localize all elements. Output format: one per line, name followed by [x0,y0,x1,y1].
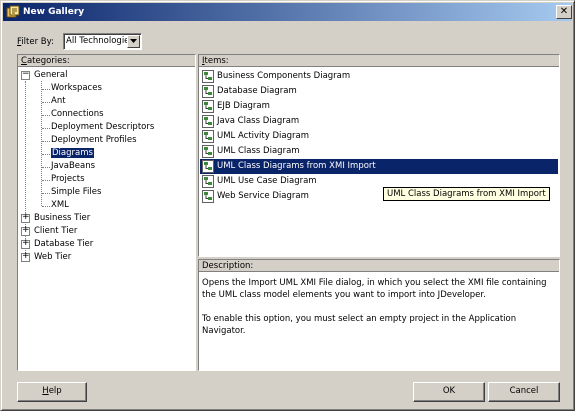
filter-dropdown[interactable]: All Technologies [63,33,142,50]
tree-connector [42,102,50,103]
item-label: UML Use Case Diagram [217,176,317,186]
item-uml-activity-diagram[interactable]: UML Activity Diagram [200,129,558,144]
description-text: Opens the Import UML XMI File dialog, in… [202,277,556,349]
tree-connector [42,89,50,90]
description-panel: Description: Opens the Import UML XMI Fi… [198,259,560,371]
item-label: EJB Diagram [217,101,270,111]
tree-item-ant[interactable]: Ant [51,96,66,106]
diagram-icon [202,160,214,173]
tree-item-projects[interactable]: Projects [51,174,85,184]
tree-connector [42,167,50,168]
close-button[interactable]: ✕ [556,5,572,19]
tree-item-xml[interactable]: XML [51,200,69,210]
description-para-1: Opens the Import UML XMI File dialog, in… [202,278,547,300]
item-label: Web Service Diagram [217,191,309,201]
tree-item-diagrams[interactable]: Diagrams [51,148,94,158]
expand-icon[interactable]: + [21,213,30,223]
tree-item-database-tier[interactable]: Database Tier [34,239,93,249]
collapse-icon[interactable]: − [21,70,30,80]
categories-header: Categories: [18,55,195,67]
expand-icon[interactable]: + [21,226,30,236]
tree-connector [41,81,42,206]
item-java-class-diagram[interactable]: Java Class Diagram [200,114,558,129]
item-uml-class-diagram[interactable]: UML Class Diagram [200,144,558,159]
diagram-icon [202,70,214,83]
chevron-down-icon [130,39,137,43]
item-tooltip: UML Class Diagrams from XMI Import [383,187,550,201]
item-business-components-diagram[interactable]: Business Components Diagram [200,69,558,84]
item-uml-class-diagrams-from-xmi-import[interactable]: UML Class Diagrams from XMI Import [200,159,558,174]
help-button[interactable]: Help [17,382,87,402]
item-database-diagram[interactable]: Database Diagram [200,84,558,99]
tree-connector [42,180,50,181]
diagram-icon [202,100,214,113]
tree-item-javabeans[interactable]: JavaBeans [51,161,95,171]
tree-connector [42,128,50,129]
diagram-icon [202,115,214,128]
filter-label: Filter By: [17,37,54,47]
tree-item-client-tier[interactable]: Client Tier [34,226,77,236]
ok-button[interactable]: OK [413,382,485,402]
tree-item-general[interactable]: General [34,70,68,80]
title-bar[interactable]: New Gallery ✕ [3,3,572,21]
tree-connector [42,193,50,194]
tree-item-deployment-profiles[interactable]: Deployment Profiles [51,135,137,145]
items-header: Items: [199,55,559,67]
diagram-icon [202,130,214,143]
tree-item-business-tier[interactable]: Business Tier [34,213,90,223]
window-title: New Gallery [23,7,85,17]
item-label: Java Class Diagram [217,116,300,126]
item-label: Business Components Diagram [217,71,351,81]
tree-connector [42,154,50,155]
diagram-icon [202,145,214,158]
categories-panel: Categories: − General Workspaces Ant Connect… [17,54,196,371]
tree-item-deployment-descriptors[interactable]: Deployment Descriptors [51,122,154,132]
item-label: UML Activity Diagram [217,131,309,141]
tree-connector [42,141,50,142]
diagram-icon [202,190,214,203]
diagram-icon [202,175,214,188]
item-label: Database Diagram [217,86,297,96]
cancel-button[interactable]: Cancel [488,382,560,402]
tree-connector [42,115,50,116]
filter-value: All Technologies [66,36,134,46]
new-gallery-dialog: New Gallery ✕ Filter By: All Technologie… [0,0,575,411]
gallery-icon [6,5,20,18]
description-header: Description: [199,260,559,272]
filter-dropdown-arrow[interactable] [127,35,140,48]
description-para-2: To enable this option, you must select a… [202,314,517,336]
close-icon: ✕ [559,6,569,17]
tree-item-web-tier[interactable]: Web Tier [34,252,71,262]
tree-item-simple-files[interactable]: Simple Files [51,187,101,197]
item-label: UML Class Diagram [217,146,300,156]
item-label: UML Class Diagrams from XMI Import [217,161,376,171]
tree-connector [42,206,50,207]
items-panel: Items: Business Components Diagram Databa… [198,54,560,257]
diagram-icon [202,85,214,98]
tree-item-connections[interactable]: Connections [51,109,104,119]
expand-icon[interactable]: + [21,239,30,249]
item-ejb-diagram[interactable]: EJB Diagram [200,99,558,114]
expand-icon[interactable]: + [21,252,30,262]
tree-item-workspaces[interactable]: Workspaces [51,83,102,93]
